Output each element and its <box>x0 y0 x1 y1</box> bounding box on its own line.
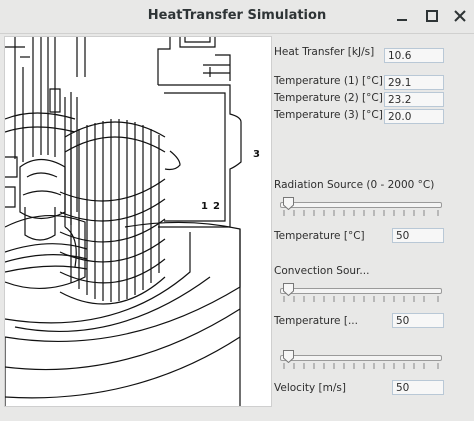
title-bar[interactable]: HeatTransfer Simulation <box>0 0 474 34</box>
control-panel: Heat Transfer [kJ/s] 10.6 Temperature (1… <box>274 36 474 421</box>
sensor-label-1: 1 <box>201 201 208 212</box>
convection-source-label: Convection Sour... <box>274 265 370 277</box>
velocity-field[interactable]: 50 <box>392 380 444 395</box>
convection-slider[interactable] <box>278 282 444 302</box>
temperature-1-field[interactable]: 29.1 <box>384 75 444 90</box>
velocity-slider[interactable] <box>278 349 444 369</box>
convection-temperature-label: Temperature [... <box>274 315 358 327</box>
minimize-icon[interactable] <box>392 6 412 26</box>
radiation-temperature-field[interactable]: 50 <box>392 228 444 243</box>
radiation-slider[interactable] <box>278 196 444 216</box>
sensor-label-2: 2 <box>213 201 220 212</box>
furnace-drawing: 1 2 3 <box>5 37 260 406</box>
temperature-3-field[interactable]: 20.0 <box>384 109 444 124</box>
temperature-2-label: Temperature (2) [°C] <box>274 92 383 104</box>
temperature-2-field[interactable]: 23.2 <box>384 92 444 107</box>
radiation-source-label: Radiation Source (0 - 2000 °C) <box>274 179 435 191</box>
maximize-icon[interactable] <box>422 6 442 26</box>
radiation-slider-thumb[interactable] <box>283 197 294 210</box>
radiation-temperature-label: Temperature [°C] <box>274 230 365 242</box>
sensor-label-3: 3 <box>253 149 260 160</box>
velocity-slider-thumb[interactable] <box>283 350 294 363</box>
close-icon[interactable] <box>450 6 470 26</box>
heat-transfer-field[interactable]: 10.6 <box>384 48 444 63</box>
app-window: HeatTransfer Simulation 1 2 3 Heat Trans… <box>0 0 474 421</box>
simulation-canvas[interactable]: 1 2 3 <box>4 36 272 407</box>
velocity-label: Velocity [m/s] <box>274 382 346 394</box>
convection-temperature-field[interactable]: 50 <box>392 313 444 328</box>
temperature-1-label: Temperature (1) [°C] <box>274 75 383 87</box>
heat-transfer-label: Heat Transfer [kJ/s] <box>274 46 375 58</box>
convection-slider-thumb[interactable] <box>283 283 294 296</box>
temperature-3-label: Temperature (3) [°C] <box>274 109 383 121</box>
